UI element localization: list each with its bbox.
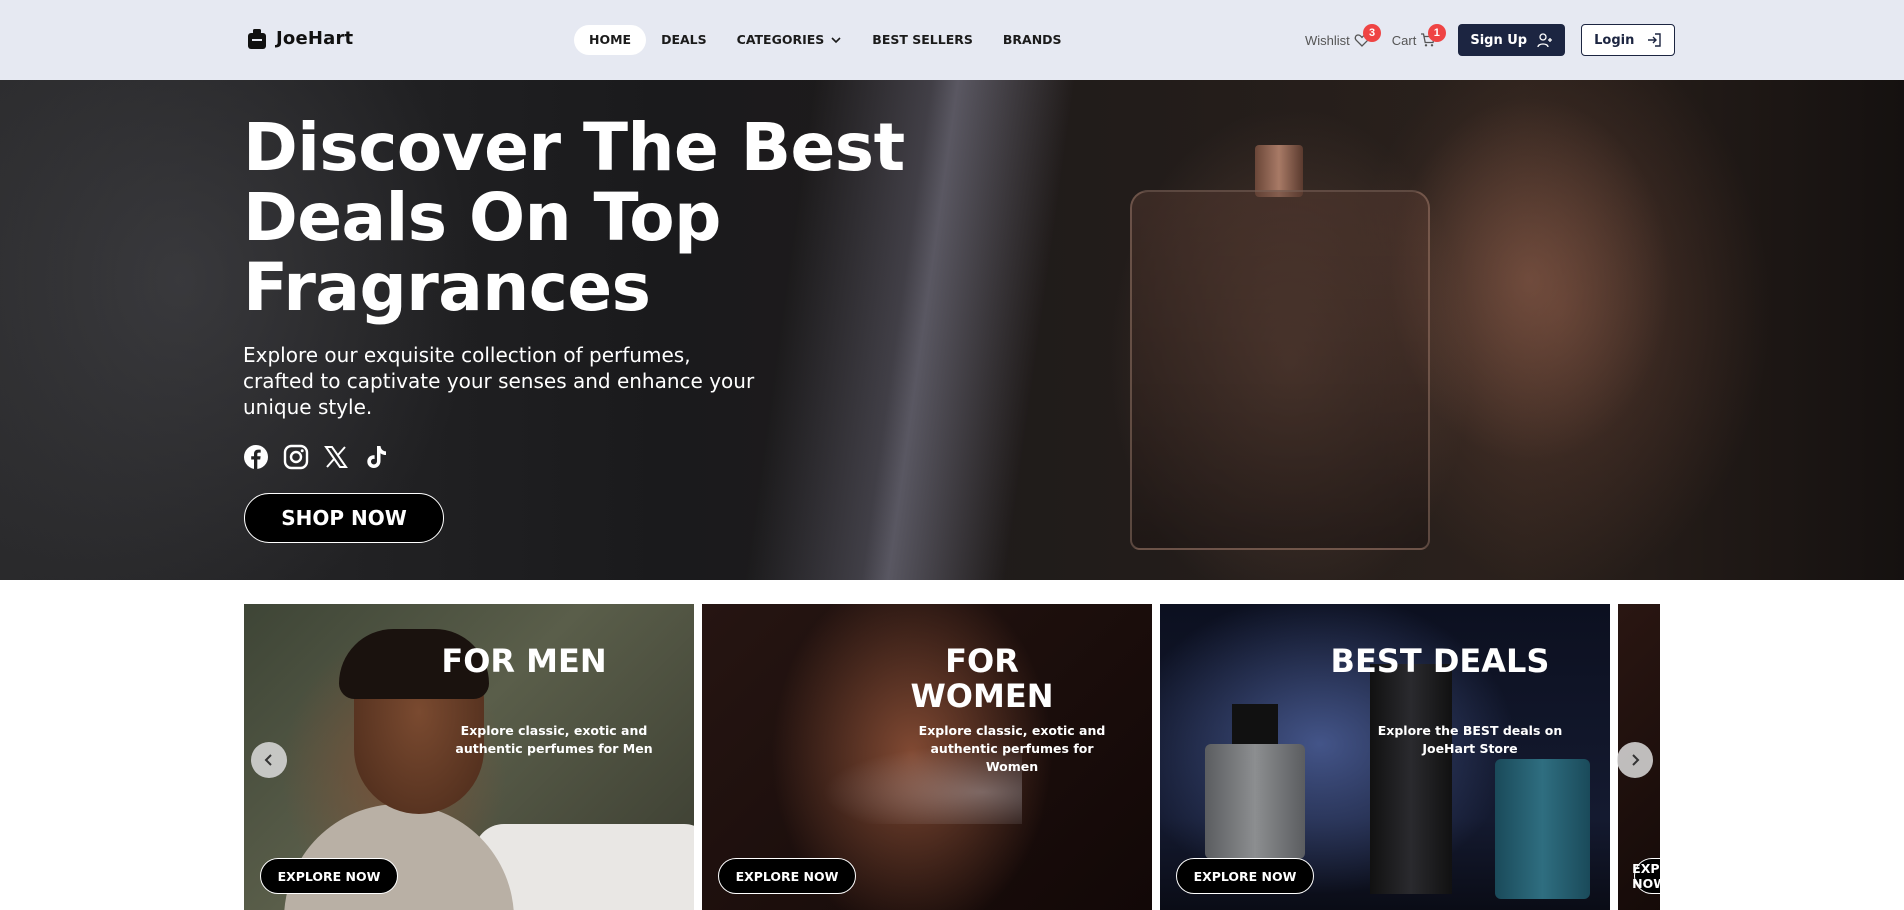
nav-home[interactable]: HOME <box>574 25 647 55</box>
user-plus-icon <box>1537 33 1553 48</box>
briefcase-icon <box>248 28 266 49</box>
top-navbar: JoeHart HOME DEALS CATEGORIES BEST SELLE… <box>0 0 1904 80</box>
explore-now-button[interactable]: EXPLORE NOW <box>260 858 398 894</box>
cart-link[interactable]: Cart 1 <box>1391 24 1446 48</box>
main-menu: HOME DEALS CATEGORIES BEST SELLERS BRAND… <box>574 24 1077 56</box>
social-links <box>243 444 389 470</box>
nav-categories[interactable]: CATEGORIES <box>722 25 858 55</box>
nav-best-sellers[interactable]: BEST SELLERS <box>857 25 988 55</box>
tiktok-icon[interactable] <box>363 444 389 470</box>
x-icon[interactable] <box>323 444 349 470</box>
card-for-women[interactable]: FOR WOMEN Explore classic, exotic and au… <box>702 604 1152 910</box>
card-deals-image-bottle <box>1205 744 1305 859</box>
brand-logo[interactable]: JoeHart <box>248 28 353 49</box>
card-title: FOR WOMEN <box>910 642 1054 715</box>
card-title: BEST DEALS <box>1330 642 1550 680</box>
wishlist-label: Wishlist <box>1305 32 1350 48</box>
card-description: Explore classic, exotic and authentic pe… <box>918 723 1106 774</box>
cart-count-badge: 1 <box>1427 24 1446 42</box>
card-for-men[interactable]: FOR MEN Explore classic, exotic and auth… <box>244 604 694 910</box>
instagram-icon[interactable] <box>283 444 309 470</box>
card-best-deals[interactable]: BEST DEALS Explore the BEST deals on Joe… <box>1160 604 1610 910</box>
card-description: Explore the BEST deals on JoeHart Store <box>1377 723 1563 756</box>
shop-now-button[interactable]: SHOP NOW <box>244 493 444 543</box>
wishlist-link[interactable]: Wishlist 3 <box>1305 24 1381 48</box>
hero-title: Discover The Best Deals On Top Fragrance… <box>243 109 905 326</box>
card-deals-image <box>1232 704 1278 746</box>
login-icon <box>1648 33 1662 47</box>
signup-button[interactable]: Sign Up <box>1458 24 1566 56</box>
category-carousel: FOR MEN Explore classic, exotic and auth… <box>244 604 1660 910</box>
card-description: Explore classic, exotic and authentic pe… <box>455 723 653 756</box>
card-deals-image-bottle-blue <box>1495 759 1590 899</box>
chevron-left-icon <box>264 754 272 766</box>
signup-label: Sign Up <box>1470 32 1528 48</box>
chevron-right-icon <box>1632 754 1640 766</box>
login-label: Login <box>1594 32 1635 48</box>
nav-deals[interactable]: DEALS <box>646 25 722 55</box>
card-deals-image-box <box>1370 664 1452 894</box>
explore-now-button[interactable]: EXPLORE NOW <box>1176 858 1314 894</box>
chevron-down-icon <box>830 34 842 46</box>
card-men-image-sweater <box>284 804 514 910</box>
explore-now-button[interactable]: EXPLORE NOW <box>718 858 856 894</box>
hero-subtitle: Explore our exquisite collection of perf… <box>243 343 755 419</box>
nav-brands[interactable]: BRANDS <box>988 25 1077 55</box>
facebook-icon[interactable] <box>243 444 269 470</box>
carousel-next-button[interactable] <box>1617 742 1653 778</box>
login-button[interactable]: Login <box>1581 24 1676 56</box>
brand-name: JoeHart <box>276 28 354 49</box>
carousel-prev-button[interactable] <box>251 742 287 778</box>
hand-image <box>1380 80 1800 580</box>
explore-now-button[interactable]: EXPLORE NOW <box>1632 858 1660 894</box>
cart-label: Cart <box>1391 32 1417 48</box>
card-title: FOR MEN <box>441 642 607 680</box>
account-actions: Wishlist 3 Cart 1 Sign Up Login <box>1305 24 1676 56</box>
nav-categories-label: CATEGORIES <box>736 32 825 47</box>
wishlist-count-badge: 3 <box>1363 24 1381 42</box>
